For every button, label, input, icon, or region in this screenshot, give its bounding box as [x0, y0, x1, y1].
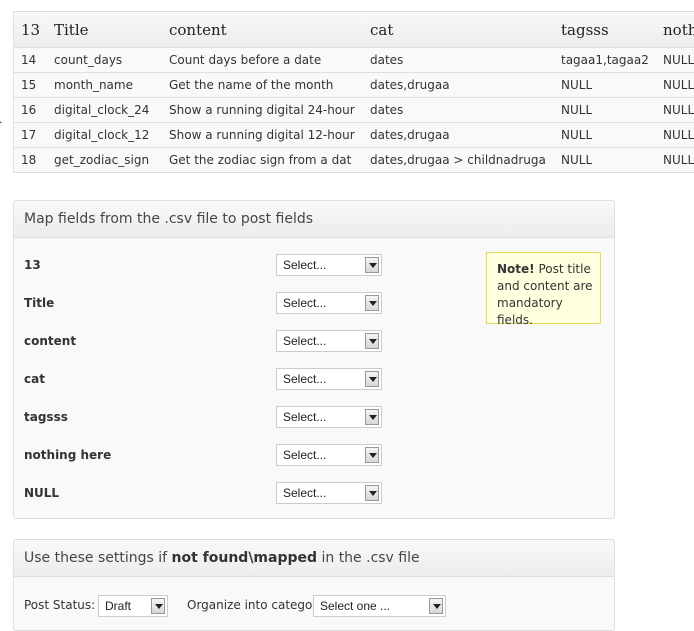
- select-value: Select...: [283, 448, 327, 462]
- dropdown-arrow-icon[interactable]: [365, 447, 379, 463]
- column-header: noth: [656, 12, 694, 48]
- table-cell: count_days: [47, 47, 162, 73]
- field-mapping-select[interactable]: Select...: [276, 368, 382, 390]
- dropdown-arrow-icon[interactable]: [151, 598, 165, 614]
- table-cell: Get the name of the month: [162, 72, 363, 98]
- select-value: Select...: [283, 372, 327, 386]
- field-mapping-select[interactable]: Select...: [276, 444, 382, 466]
- note-strong: Note!: [497, 262, 535, 276]
- settings-title-post: in the .csv file: [317, 550, 420, 566]
- caret-right-icon: ▸: [0, 118, 2, 128]
- dropdown-arrow-icon[interactable]: [365, 371, 379, 387]
- default-settings-panel: Use these settings if not found\mapped i…: [13, 539, 615, 631]
- table-row: 17 digital_clock_12 Show a running digit…: [14, 122, 694, 148]
- table-cell: 15: [14, 72, 47, 98]
- select-value: Select...: [283, 410, 327, 424]
- map-fields-panel: Map fields from the .csv file to post fi…: [13, 200, 615, 519]
- map-field-row: Title Select...: [24, 292, 384, 316]
- select-value: Select...: [283, 258, 327, 272]
- table-cell: NULL: [656, 47, 694, 73]
- table-cell: 16: [14, 97, 47, 123]
- dropdown-arrow-icon[interactable]: [365, 333, 379, 349]
- table-cell: NULL: [554, 122, 656, 148]
- table-cell: dates,drugaa > childnadruga: [363, 147, 554, 172]
- column-header: 13: [14, 12, 47, 48]
- map-field-row: tagsss Select...: [24, 406, 384, 430]
- table-cell: dates: [363, 97, 554, 123]
- table-cell: NULL: [656, 72, 694, 98]
- mandatory-fields-note: Note! Post title and content are mandato…: [486, 252, 601, 327]
- field-mapping-select[interactable]: Select...: [276, 482, 382, 504]
- table-cell: 17: [14, 122, 47, 148]
- dropdown-arrow-icon[interactable]: [365, 409, 379, 425]
- field-mapping-select[interactable]: Select...: [276, 330, 382, 352]
- map-fields-title: Map fields from the .csv file to post fi…: [14, 201, 614, 238]
- table-cell: get_zodiac_sign: [47, 147, 162, 172]
- table-cell: NULL: [656, 147, 694, 172]
- table-cell: Show a running digital 12-hour: [162, 122, 363, 148]
- map-field-row: nothing here Select...: [24, 444, 384, 468]
- table-header-row: 13 Title content cat tagsss noth: [14, 12, 694, 48]
- dropdown-arrow-icon[interactable]: [365, 295, 379, 311]
- table-cell: dates,drugaa: [363, 122, 554, 148]
- table-cell: dates: [363, 47, 554, 73]
- table-cell: 18: [14, 147, 47, 172]
- map-field-row: cat Select...: [24, 368, 384, 392]
- table-cell: NULL: [554, 147, 656, 172]
- settings-title-pre: Use these settings if: [24, 550, 172, 566]
- select-value: Select...: [283, 334, 327, 348]
- field-label: cat: [24, 372, 45, 386]
- field-label: 13: [24, 258, 41, 272]
- select-value: Select...: [283, 486, 327, 500]
- field-label: content: [24, 334, 77, 348]
- select-value: Draft: [105, 599, 132, 613]
- csv-preview-table: 13 Title content cat tagsss noth 14 coun…: [13, 11, 694, 173]
- post-status-label: Post Status:: [24, 598, 96, 612]
- table-cell: NULL: [656, 97, 694, 123]
- map-field-row: content Select...: [24, 330, 384, 354]
- column-header: tagsss: [554, 12, 656, 48]
- table-row: 18 get_zodiac_sign Get the zodiac sign f…: [14, 147, 694, 172]
- field-mapping-select[interactable]: Select...: [276, 406, 382, 428]
- table-cell: Count days before a date: [162, 47, 363, 73]
- table-cell: 14: [14, 47, 47, 73]
- field-label: Title: [24, 296, 55, 310]
- table-cell: month_name: [47, 72, 162, 98]
- table-cell: NULL: [554, 97, 656, 123]
- dropdown-arrow-icon[interactable]: [365, 485, 379, 501]
- field-mapping-select[interactable]: Select...: [276, 254, 382, 276]
- settings-title-bold: not found\mapped: [171, 550, 318, 566]
- column-header: content: [162, 12, 363, 48]
- column-header: cat: [363, 12, 554, 48]
- column-header: Title: [47, 12, 162, 48]
- table-cell: digital_clock_24: [47, 97, 162, 123]
- table-row: 16 digital_clock_24 Show a running digit…: [14, 97, 694, 123]
- table-row: 14 count_days Count days before a date d…: [14, 47, 694, 73]
- table-cell: tagaa1,tagaa2: [554, 47, 656, 73]
- select-value: Select...: [283, 296, 327, 310]
- settings-title: Use these settings if not found\mapped i…: [14, 540, 614, 577]
- dropdown-arrow-icon[interactable]: [365, 257, 379, 273]
- table-row: 15 month_name Get the name of the month …: [14, 72, 694, 98]
- table-cell: NULL: [656, 122, 694, 148]
- map-field-row: 13 Select...: [24, 254, 384, 278]
- select-value: Select one ...: [320, 599, 391, 613]
- table-cell: dates,drugaa: [363, 72, 554, 98]
- table-cell: Get the zodiac sign from a dat: [162, 147, 363, 172]
- field-mapping-select[interactable]: Select...: [276, 292, 382, 314]
- field-label: nothing here: [24, 448, 112, 462]
- map-field-row: NULL Select...: [24, 482, 384, 506]
- dropdown-arrow-icon[interactable]: [429, 598, 443, 614]
- field-label: tagsss: [24, 410, 68, 424]
- table-cell: Show a running digital 24-hour: [162, 97, 363, 123]
- table-cell: NULL: [554, 72, 656, 98]
- field-label: NULL: [24, 486, 60, 500]
- table-cell: digital_clock_12: [47, 122, 162, 148]
- category-label: Organize into category: [187, 598, 325, 612]
